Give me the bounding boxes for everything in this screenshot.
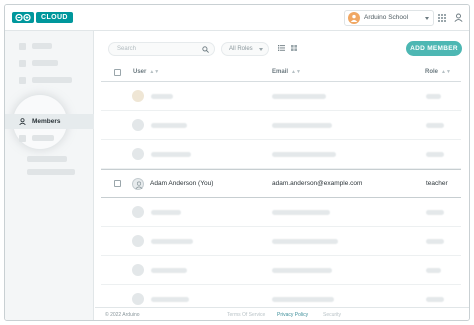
table-row[interactable] bbox=[101, 227, 461, 256]
blurred-cell bbox=[151, 268, 187, 273]
blurred-cell bbox=[151, 152, 191, 157]
list-view-icon[interactable] bbox=[278, 45, 285, 51]
sidebar-item-icon bbox=[19, 77, 26, 84]
avatar bbox=[132, 178, 144, 190]
table-row[interactable] bbox=[101, 82, 461, 111]
sidebar: Members bbox=[5, 31, 94, 320]
user-role: teacher bbox=[426, 180, 448, 187]
copyright-text: © 2022 Arduino bbox=[105, 312, 140, 318]
roles-filter-select[interactable]: All Roles bbox=[221, 42, 269, 56]
blurred-cell bbox=[272, 123, 332, 128]
sort-icon: ▲▼ bbox=[149, 69, 160, 75]
blurred-cell bbox=[272, 239, 338, 244]
privacy-link[interactable]: Privacy Policy bbox=[277, 312, 308, 318]
app-window: CLOUD Arduino School Members Search All … bbox=[4, 4, 470, 321]
blurred-label bbox=[32, 43, 52, 49]
blurred-cell bbox=[272, 152, 336, 157]
members-icon bbox=[19, 118, 26, 125]
apps-grid-icon[interactable] bbox=[438, 14, 446, 22]
account-icon[interactable] bbox=[454, 13, 463, 22]
blurred-cell bbox=[151, 239, 193, 244]
blurred-cell bbox=[426, 94, 441, 99]
roles-filter-value: All Roles bbox=[229, 46, 253, 52]
user-email: adam.anderson@example.com bbox=[272, 180, 363, 187]
blurred-cell bbox=[426, 152, 444, 157]
avatar bbox=[132, 90, 144, 102]
blurred-cell bbox=[426, 297, 444, 302]
footer: © 2022 Arduino Terms Of Service Privacy … bbox=[95, 307, 469, 320]
table-row[interactable] bbox=[101, 111, 461, 140]
blurred-cell bbox=[151, 123, 187, 128]
sidebar-item-placeholder[interactable] bbox=[5, 39, 94, 54]
column-header-user[interactable]: User ▲▼ bbox=[133, 69, 159, 75]
brand-label[interactable]: CLOUD bbox=[36, 12, 73, 23]
search-input[interactable]: Search bbox=[108, 42, 215, 56]
chevron-down-icon bbox=[425, 17, 429, 20]
table-row[interactable] bbox=[101, 198, 461, 227]
sort-icon: ▲▼ bbox=[291, 69, 301, 75]
blurred-cell bbox=[272, 297, 334, 302]
select-all-checkbox[interactable] bbox=[114, 69, 121, 76]
table-row[interactable] bbox=[101, 256, 461, 285]
sidebar-subitem-placeholder[interactable] bbox=[5, 165, 94, 180]
user-avatar-icon bbox=[348, 12, 360, 24]
sort-icon: ▲▼ bbox=[441, 69, 451, 75]
grid-view-icon[interactable] bbox=[291, 45, 297, 51]
avatar bbox=[132, 119, 144, 131]
blurred-cell bbox=[151, 210, 181, 215]
table-row[interactable] bbox=[101, 140, 461, 169]
blurred-label bbox=[27, 156, 67, 162]
arduino-logo-icon[interactable] bbox=[12, 12, 34, 23]
terms-link[interactable]: Terms Of Service bbox=[227, 312, 265, 318]
blurred-cell bbox=[426, 268, 441, 273]
column-header-label: User bbox=[133, 69, 147, 75]
sidebar-item-members[interactable]: Members bbox=[5, 114, 94, 129]
column-header-label: Email bbox=[272, 69, 289, 75]
user-name: Adam Anderson (You) bbox=[150, 180, 214, 187]
blurred-cell bbox=[151, 94, 173, 99]
blurred-cell bbox=[426, 123, 444, 128]
blurred-cell bbox=[272, 210, 330, 215]
sidebar-item-icon bbox=[19, 43, 26, 50]
organization-name: Arduino School bbox=[364, 14, 409, 21]
sidebar-item-icon bbox=[19, 135, 26, 142]
column-header-role[interactable]: Role ▲▼ bbox=[425, 69, 451, 75]
sidebar-item-label: Members bbox=[32, 118, 61, 125]
blurred-cell bbox=[272, 94, 326, 99]
blurred-label bbox=[27, 169, 75, 175]
avatar bbox=[132, 206, 144, 218]
sidebar-item-placeholder[interactable] bbox=[5, 56, 94, 71]
blurred-cell bbox=[151, 297, 189, 302]
sidebar-item-placeholder[interactable] bbox=[5, 73, 94, 88]
search-placeholder: Search bbox=[117, 46, 137, 52]
table-row-current-user[interactable]: Adam Anderson (You) adam.anderson@exampl… bbox=[101, 169, 461, 198]
add-member-button[interactable]: ADD MEMBER bbox=[406, 41, 462, 56]
blurred-cell bbox=[272, 268, 332, 273]
table-header: User ▲▼ Email ▲▼ Role ▲▼ bbox=[101, 64, 461, 82]
top-bar: CLOUD Arduino School bbox=[5, 5, 469, 31]
avatar bbox=[132, 293, 144, 305]
chevron-down-icon bbox=[259, 48, 263, 51]
organization-switcher[interactable]: Arduino School bbox=[344, 10, 434, 26]
search-icon bbox=[202, 46, 209, 53]
blurred-label bbox=[32, 60, 58, 66]
members-panel: Search All Roles ADD MEMBER User ▲▼ Email… bbox=[95, 31, 469, 320]
sidebar-item-icon bbox=[19, 60, 26, 67]
user-avatar-icon bbox=[135, 181, 143, 189]
security-link[interactable]: Security bbox=[323, 312, 341, 318]
blurred-label bbox=[32, 135, 54, 141]
avatar bbox=[132, 235, 144, 247]
sidebar-item-placeholder[interactable] bbox=[5, 131, 94, 146]
avatar bbox=[132, 148, 144, 160]
avatar bbox=[132, 264, 144, 276]
blurred-cell bbox=[426, 210, 444, 215]
column-header-email[interactable]: Email ▲▼ bbox=[272, 69, 301, 75]
column-header-label: Role bbox=[425, 69, 439, 75]
blurred-cell bbox=[426, 239, 444, 244]
blurred-label bbox=[32, 77, 72, 83]
row-checkbox[interactable] bbox=[114, 180, 121, 187]
